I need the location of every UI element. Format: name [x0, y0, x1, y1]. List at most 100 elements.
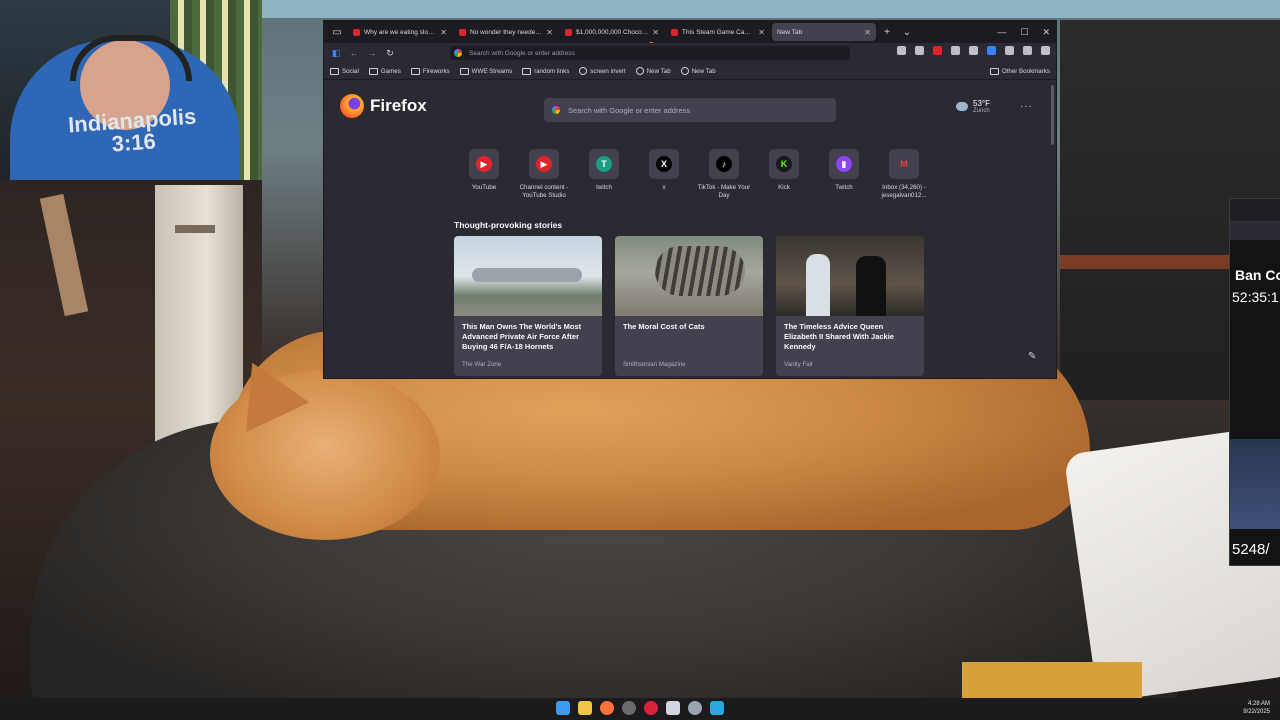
browser-tab[interactable]: Why are we eating slop? - Yo ✕ — [348, 23, 452, 41]
start-icon[interactable] — [556, 701, 570, 715]
bookmark-label: Games — [380, 67, 401, 75]
top-site-tile[interactable]: M — [889, 149, 919, 179]
other-bookmarks[interactable]: Other Bookmarks — [989, 67, 1050, 75]
more-options-icon[interactable]: ··· — [1020, 101, 1033, 112]
url-bar[interactable] — [450, 46, 850, 60]
extensions-icon[interactable] — [915, 46, 924, 55]
peek-count: 5248/ — [1232, 541, 1270, 558]
other-bookmarks-label: Other Bookmarks — [1001, 67, 1050, 75]
google-icon — [454, 49, 462, 57]
top-site-tile[interactable]: ▶ — [469, 149, 499, 179]
top-site[interactable]: ▶ YouTube — [454, 149, 514, 199]
bookmark-item[interactable]: Games — [368, 67, 401, 75]
system-clock[interactable]: 4:28 AM 9/22/2025 — [1243, 700, 1270, 716]
top-site-label: twitch — [596, 184, 612, 191]
top-site-tile[interactable]: K — [769, 149, 799, 179]
close-tab-icon[interactable]: ✕ — [546, 28, 553, 37]
top-site[interactable]: ▮ Twitch — [814, 149, 874, 199]
peek-toolbar[interactable] — [1230, 222, 1280, 240]
background-browser-window[interactable]: Ban Co 52:35:1 5248/ — [1229, 198, 1280, 566]
scrollbar[interactable] — [1051, 85, 1054, 145]
top-site-label: Twitch — [835, 184, 853, 191]
top-site-tile[interactable]: ♪ — [709, 149, 739, 179]
file-explorer-icon[interactable] — [578, 701, 592, 715]
gmail-icon: M — [896, 156, 912, 172]
close-tab-icon[interactable]: ✕ — [440, 28, 447, 37]
pin-icon[interactable] — [951, 46, 960, 55]
ublock-icon[interactable] — [987, 46, 996, 55]
top-site-tile[interactable]: X — [649, 149, 679, 179]
bookmark-label: Fireworks — [422, 67, 450, 75]
weather-widget[interactable]: 53°F Zurich — [956, 99, 990, 114]
firefox-window: ▭ Why are we eating slop? - Yo✕No wonder… — [323, 20, 1057, 379]
tab-label: Why are we eating slop? - Yo — [364, 28, 436, 36]
story-image — [454, 236, 602, 316]
bookmark-item[interactable]: New Tab — [635, 67, 671, 75]
rain-cloud-icon — [956, 102, 968, 111]
close-tab-icon[interactable]: ✕ — [652, 28, 659, 37]
ceiling-light — [262, 0, 1280, 18]
top-site[interactable]: Ttwitch — [574, 149, 634, 199]
globe-icon — [680, 67, 689, 75]
bookmark-label: random links — [534, 67, 570, 75]
edit-pencil-icon[interactable]: ✎ — [1028, 351, 1036, 362]
top-site-tile[interactable]: ▮ — [829, 149, 859, 179]
back-icon[interactable]: ← — [348, 48, 360, 58]
close-tab-icon[interactable]: ✕ — [758, 28, 765, 37]
list-all-tabs-icon[interactable]: ⌄ — [898, 23, 916, 41]
nav-toolbar: ◧ ← → ↻ — [324, 43, 1056, 63]
top-site-tile[interactable]: ▶ — [529, 149, 559, 179]
peek-tabstrip[interactable] — [1230, 199, 1280, 222]
bookmark-item[interactable]: WWE Streams — [459, 67, 512, 75]
app-red-icon[interactable] — [644, 701, 658, 715]
account-icon[interactable] — [897, 46, 906, 55]
story-image — [776, 236, 924, 316]
reload-icon[interactable]: ↻ — [384, 48, 396, 59]
top-site[interactable]: Xx — [634, 149, 694, 199]
app-menu-icon[interactable] — [1041, 46, 1050, 55]
bookmark-item[interactable]: Social — [330, 67, 359, 75]
minimize-icon[interactable]: — — [997, 27, 1006, 37]
forward-icon[interactable]: → — [366, 48, 378, 58]
youtube-icon: ▶ — [476, 156, 492, 172]
story-card[interactable]: The Timeless Advice Queen Elizabeth II S… — [776, 236, 924, 376]
story-card[interactable]: This Man Owns The World's Most Advanced … — [454, 236, 602, 376]
top-site[interactable]: ▶ Channel content - YouTube Studio — [514, 149, 574, 199]
firefox-taskbar-icon[interactable] — [600, 701, 614, 715]
story-source: Vanity Fair — [784, 361, 814, 368]
story-image — [615, 236, 763, 316]
obs-icon[interactable] — [622, 701, 636, 715]
bookmark-item[interactable]: screen invert — [579, 67, 626, 75]
reader-icon[interactable] — [1023, 46, 1032, 55]
close-tab-icon[interactable]: ✕ — [864, 28, 871, 37]
bookmark-label: screen invert — [590, 67, 626, 75]
maximize-icon[interactable]: ☐ — [1020, 27, 1028, 38]
url-input[interactable] — [467, 48, 791, 58]
browser-tab[interactable]: No wonder they needed so m ✕ — [454, 23, 558, 41]
top-site[interactable]: ♪ TikTok - Make Your Day — [694, 149, 754, 199]
top-site[interactable]: K Kick — [754, 149, 814, 199]
bookmark-item[interactable]: random links — [522, 67, 569, 75]
browser-tab[interactable]: New Tab ✕ — [647, 23, 876, 50]
notepad-icon[interactable] — [666, 701, 680, 715]
top-site[interactable]: M Inbox (34,260) - jesegalvan012... — [874, 149, 934, 199]
bookmark-item[interactable]: New Tab — [680, 67, 716, 75]
bookmark-label: Social — [342, 67, 359, 75]
puzzle-icon[interactable] — [1005, 46, 1014, 55]
close-icon[interactable]: ✕ — [1042, 27, 1050, 38]
telegram-icon[interactable] — [710, 701, 724, 715]
browser-tab[interactable]: This Steam Game Can Steal Yo✕ — [666, 23, 770, 41]
newtab-search-box[interactable] — [544, 98, 836, 122]
browser-tab[interactable]: $1,000,000,000 Chocolate Fac ✕ — [560, 23, 664, 41]
story-card[interactable]: The Moral Cost of Cats Smithsonian Magazi… — [615, 236, 763, 376]
new-tab-button[interactable]: + — [878, 23, 896, 41]
sound-icon[interactable] — [969, 46, 978, 55]
newtab-search-input[interactable] — [566, 104, 820, 116]
record-extension-icon[interactable] — [933, 46, 942, 55]
bookmark-item[interactable]: Fireworks — [410, 67, 450, 75]
sidebar-icon[interactable]: ◧ — [330, 48, 342, 59]
folder-icon — [459, 67, 469, 75]
settings-icon[interactable] — [688, 701, 702, 715]
tab-list-icon[interactable]: ▭ — [328, 23, 346, 41]
top-site-tile[interactable]: T — [589, 149, 619, 179]
